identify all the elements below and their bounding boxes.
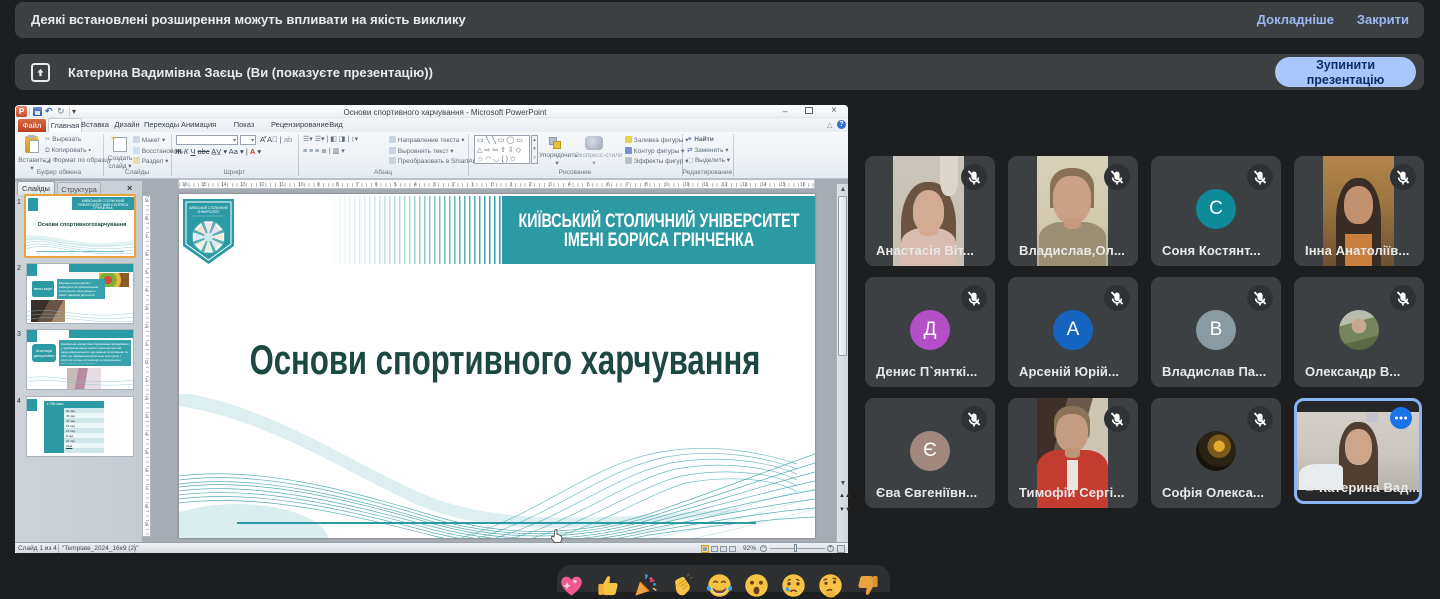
- svg-text:УНІВЕРСИТЕТ: УНІВЕРСИТЕТ: [197, 210, 219, 214]
